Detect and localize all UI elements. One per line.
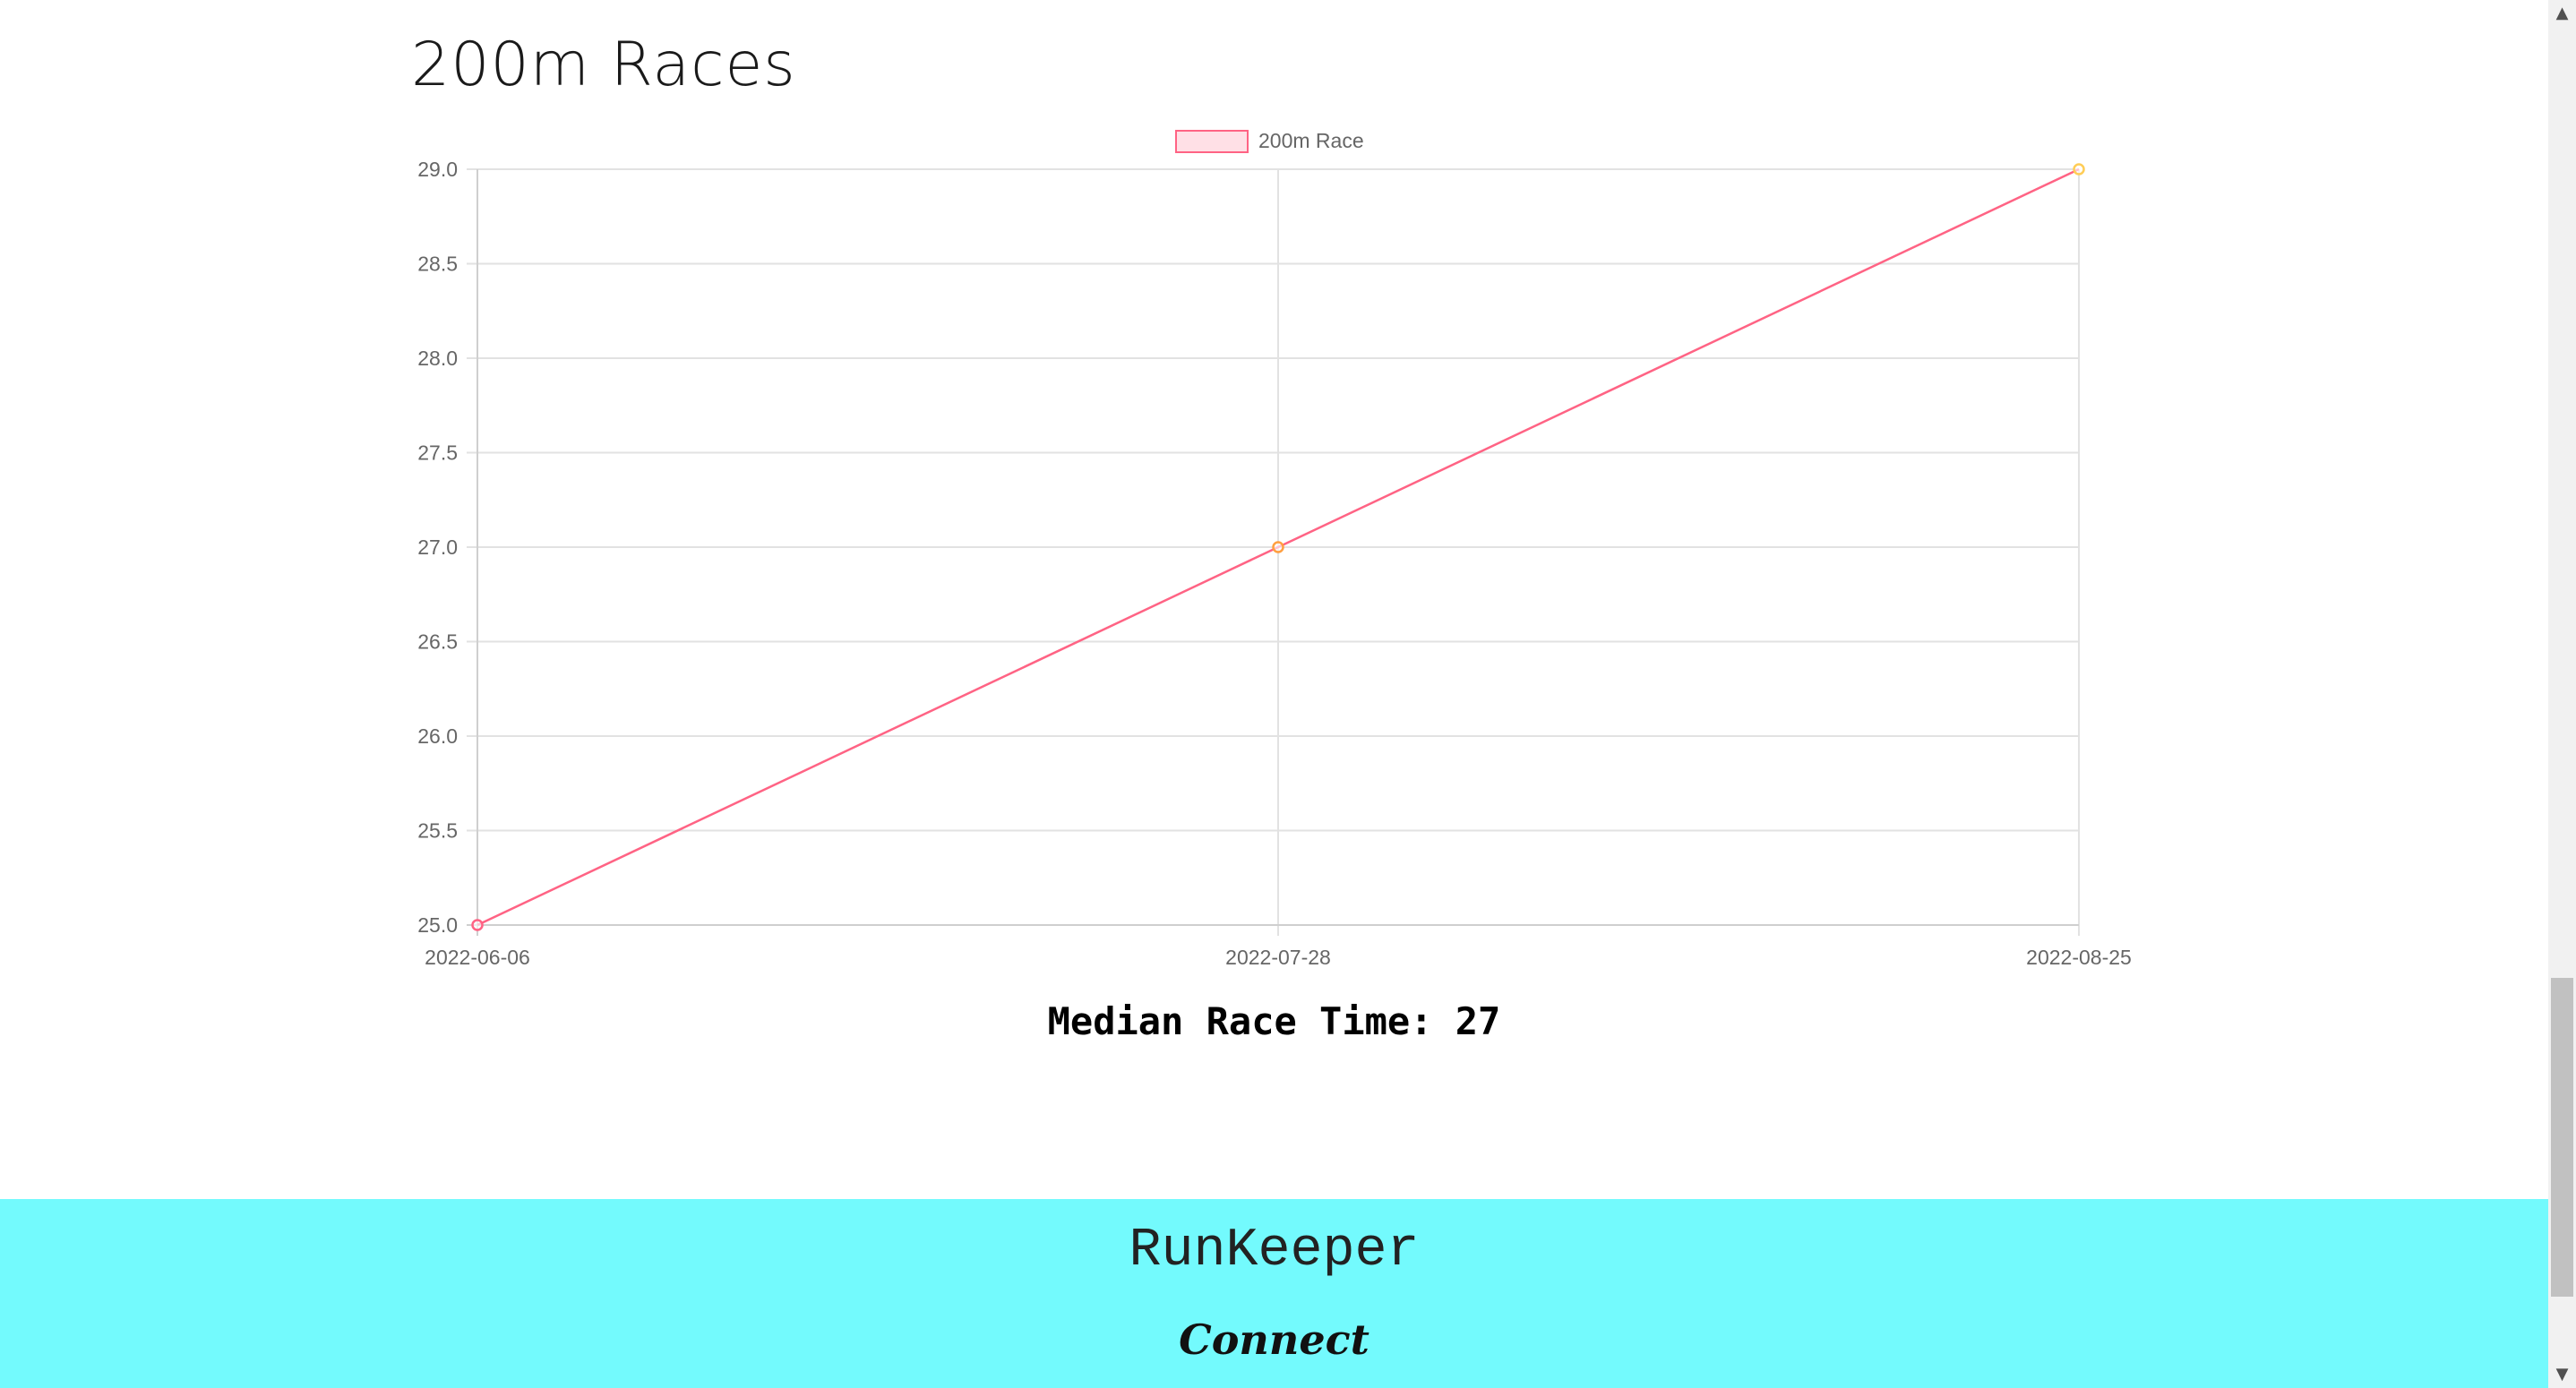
page-scrollbar[interactable]: ▲ ▼ [2548,0,2576,1388]
footer: RunKeeper Connect [0,1199,2548,1388]
data-point [2073,163,2085,176]
y-tick-label: 25.5 [417,819,458,843]
y-tick-label: 25.0 [417,913,458,937]
scroll-up-arrow-icon[interactable]: ▲ [2548,0,2576,27]
median-race-time: Median Race Time: 27 [1047,999,1501,1043]
footer-brand[interactable]: RunKeeper [0,1215,2548,1287]
scroll-down-arrow-icon[interactable]: ▼ [2548,1361,2576,1388]
x-tick-label: 2022-07-28 [1225,946,1331,969]
scroll-thumb[interactable] [2551,978,2573,1297]
legend-label: 200m Race [1258,129,1364,152]
y-tick-label: 29.0 [417,158,458,181]
y-tick-label: 27.0 [417,535,458,559]
footer-connect-heading: Connect [1179,1315,1370,1364]
legend-swatch [1175,130,1249,153]
y-tick-label: 28.5 [417,253,458,276]
data-point [1272,541,1284,553]
x-tick-label: 2022-06-06 [425,946,530,969]
y-tick-label: 28.0 [417,347,458,370]
y-tick-label: 26.5 [417,630,458,654]
x-tick-label: 2022-08-25 [2026,946,2132,969]
data-point [471,919,484,931]
race-time-chart: 25.0 25.5 26.0 26.5 27.0 27.5 28.0 28.5 29.0 2022… [417,129,2132,969]
y-tick-label: 27.5 [417,441,458,465]
y-tick-label: 26.0 [417,724,458,748]
